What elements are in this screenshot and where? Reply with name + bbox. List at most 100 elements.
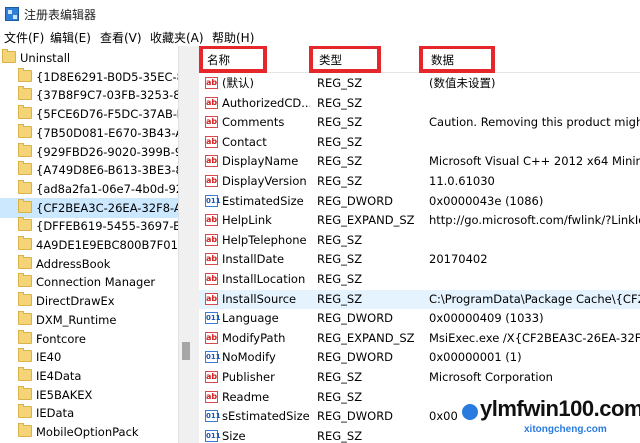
red-highlight-name [199, 46, 267, 73]
value-row[interactable]: ab InstallSource REG_SZ C:\ProgramData\Pack… [199, 289, 640, 310]
value-name: Language [222, 311, 279, 326]
value-type: REG_SZ [317, 134, 363, 149]
string-value-icon: ab [205, 390, 218, 403]
string-value-icon: ab [205, 116, 218, 129]
string-value-icon: ab [205, 292, 218, 305]
tree-scrollbar[interactable] [178, 46, 193, 443]
watermark-sub: xitongcheng.com [524, 424, 607, 435]
folder-icon [18, 217, 32, 232]
value-type: REG_SZ [317, 174, 363, 188]
tree-item[interactable]: {ad8a2fa1-06e7-4b0d-927 [0, 179, 178, 199]
string-value-icon: ab [205, 96, 218, 109]
folder-icon [18, 105, 32, 120]
tree-item[interactable]: MobileOptionPack [0, 422, 178, 442]
tree-item[interactable]: DXM_Runtime [0, 310, 178, 330]
value-data: C:\ProgramData\Package Cache\{CF2B [429, 291, 640, 306]
tree-item-label: IE4Data [36, 368, 82, 383]
tree-item[interactable]: IE5BAKEX [0, 385, 178, 405]
tree-item[interactable]: AddressBook [0, 254, 178, 274]
folder-icon [18, 385, 32, 400]
value-type: REG_SZ [317, 291, 363, 306]
value-name: NoModify [222, 350, 276, 365]
value-type: REG_SZ [317, 389, 363, 404]
tree-item[interactable]: {929FBD26-9020-399B-9A7 [0, 142, 178, 162]
value-row[interactable]: ab Publisher REG_SZ Microsoft Corporation [199, 368, 640, 388]
string-value-icon: ab [205, 155, 218, 168]
tree-item[interactable]: {37B8F9C7-03FB-3253-878 [0, 85, 178, 105]
value-name: Comments [222, 115, 285, 130]
value-name: HelpTelephone [222, 232, 307, 247]
registry-key-tree[interactable]: Uninstall {1D8E6291-B0D5-35EC-8441 {37B8F9… [0, 46, 178, 443]
value-type: REG_SZ [317, 115, 363, 130]
tree-item[interactable]: {DFFEB619-5455-3697-B14 [0, 216, 178, 236]
value-row[interactable]: ab AuthorizedCD... REG_SZ [199, 94, 640, 114]
tree-item-label: {1D8E6291-B0D5-35EC-8441 [36, 69, 178, 84]
red-highlight-type [309, 46, 381, 73]
tree-item[interactable]: IE4Data [0, 366, 178, 386]
value-row[interactable]: ab HelpLink REG_EXPAND_SZ http://go.microso… [199, 211, 640, 231]
tree-item[interactable]: {5FCE6D76-F5DC-37AB-B2 [0, 104, 178, 124]
tree-item[interactable]: Uninstall [0, 48, 178, 68]
value-row[interactable]: ab DisplayVersion REG_SZ 11.0.61030 [199, 172, 640, 192]
binary-value-icon: 011 [205, 410, 221, 423]
value-row[interactable]: ab DisplayName REG_SZ Microsoft Visual C++ … [199, 152, 640, 172]
tree-item-label: Connection Manager [36, 275, 156, 290]
tree-item[interactable]: Connection Manager [0, 272, 178, 292]
binary-value-icon: 011 [205, 194, 221, 207]
tree-item[interactable]: {A749D8E6-B613-3BE3-8F5 [0, 160, 178, 180]
value-name: ModifyPath [222, 330, 286, 345]
value-type: REG_SZ [317, 232, 363, 247]
tree-item[interactable]: DirectDrawEx [0, 291, 178, 311]
value-row[interactable]: ab Contact REG_SZ [199, 133, 640, 153]
menu-favorites[interactable]: 收藏夹(A) [150, 29, 204, 46]
binary-value-icon: 011 [205, 312, 221, 325]
string-value-icon: ab [205, 214, 218, 227]
value-name: HelpLink [222, 213, 272, 228]
value-data: http://go.microsoft.com/fwlink/?LinkId= [429, 213, 640, 228]
folder-icon [18, 123, 32, 138]
value-data: (数值未设置) [429, 76, 496, 90]
value-row[interactable]: 011 NoModify REG_DWORD 0x00000001 (1) [199, 348, 640, 368]
tree-item-label: {CF2BEA3C-26EA-32F8-AA9 [36, 200, 178, 215]
tree-item-label: DXM_Runtime [36, 312, 117, 327]
tree-item-label: 4A9DE1E9EBC800B7F0173 [36, 238, 178, 252]
menu-edit[interactable]: 编辑(E) [50, 29, 91, 46]
value-row[interactable]: ab InstallDate REG_SZ 20170402 [199, 250, 640, 270]
string-value-icon: ab [205, 175, 218, 187]
tree-item[interactable]: {1D8E6291-B0D5-35EC-8441 [0, 67, 178, 87]
tree-item[interactable]: 4A9DE1E9EBC800B7F0173 [0, 235, 178, 255]
watermark-site: ylmfwin100.com [480, 396, 640, 421]
value-type: REG_SZ [317, 370, 363, 384]
tree-item[interactable]: Fontcore [0, 329, 178, 349]
folder-icon [18, 179, 32, 194]
value-row[interactable]: ab InstallLocation REG_SZ [199, 270, 640, 290]
value-row[interactable]: 011 EstimatedSize REG_DWORD 0x0000043e (108… [199, 192, 640, 212]
folder-icon [18, 404, 32, 419]
folder-icon [18, 67, 32, 82]
value-row[interactable]: ab ModifyPath REG_EXPAND_SZ MsiExec.exe /X{… [199, 329, 640, 349]
value-type: REG_EXPAND_SZ [317, 213, 415, 228]
menu-file[interactable]: 文件(F) [4, 29, 44, 46]
menu-view[interactable]: 查看(V) [100, 29, 142, 46]
tree-item[interactable]: IE40 [0, 347, 178, 367]
value-row[interactable]: ab HelpTelephone REG_SZ [199, 231, 640, 251]
tree-item-label: IE5BAKEX [36, 387, 93, 402]
value-row[interactable]: ab Comments REG_SZ Caution. Removing this p… [199, 113, 640, 133]
tree-item-label: {7B50D081-E670-3B43-A46 [36, 125, 178, 140]
string-value-icon: ab [205, 77, 218, 89]
value-row[interactable]: ab (默认) REG_SZ (数值未设置) [199, 74, 640, 94]
tree-item[interactable]: {CF2BEA3C-26EA-32F8-AA9 [0, 197, 178, 218]
title-bar: 注册表编辑器 [0, 0, 640, 28]
value-data: 0x00000001 (1) [429, 350, 522, 365]
value-name: InstallDate [222, 252, 285, 267]
menu-help[interactable]: 帮助(H) [212, 29, 254, 46]
tree-item-label: {A749D8E6-B613-3BE3-8F5 [36, 163, 178, 178]
tree-item[interactable]: IEData [0, 403, 178, 423]
value-name: InstallSource [222, 291, 297, 306]
tree-scrollbar-thumb[interactable] [182, 342, 190, 360]
tree-item[interactable]: {7B50D081-E670-3B43-A46 [0, 123, 178, 143]
value-row[interactable]: 011 Language REG_DWORD 0x00000409 (1033) [199, 309, 640, 329]
value-type: REG_DWORD [317, 193, 394, 208]
folder-icon [18, 329, 32, 344]
value-type: REG_DWORD [317, 409, 394, 424]
